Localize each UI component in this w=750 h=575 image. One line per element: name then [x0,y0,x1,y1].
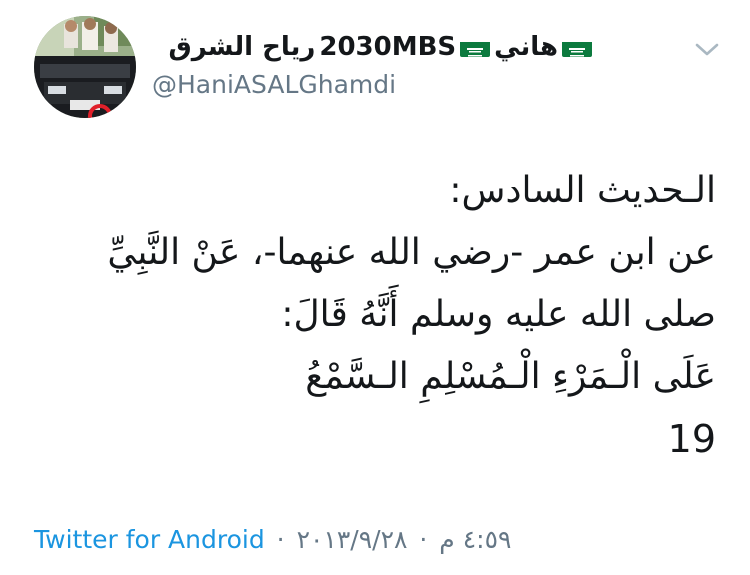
tweet-menu-button[interactable] [688,34,726,64]
tweet-line: صلى الله عليه وسلم أَنَّهُ قَالَ: [281,294,716,335]
tweet-text: الـحديث السادس: عن ابن عمر -رضي الله عنه… [26,160,716,470]
avatar[interactable] [34,16,136,118]
tweet-line: عَلَى الْـمَرْءِ الْـمُسْلِمِ الـسَّمْعُ [305,356,716,397]
tweet-footer: Twitter for Android · ٢٠١٣/٩/٢٨ · ٤:٥٩ م [34,522,511,558]
avatar-image [34,16,136,118]
tweet-line: عن ابن عمر -رضي الله عنهما-، عَنْ النَّب… [107,232,716,273]
user-handle[interactable]: @HaniASALGhamdi [152,68,592,102]
display-name-part-3: هاني [494,32,558,62]
saudi-flag-icon [562,37,592,57]
tweet-source-link[interactable]: Twitter for Android [34,525,265,554]
tweet-line: الـحديث السادس: [449,170,716,211]
display-name-part-2: 2030MBS [319,32,457,62]
footer-separator: · [276,525,285,554]
author-names: هاني 2030MBS رياح الشرق @HaniASALGhamdi [152,30,592,102]
display-name[interactable]: هاني 2030MBS رياح الشرق [152,30,592,64]
saudi-flag-icon [460,37,491,57]
display-name-part-1: رياح الشرق [168,32,316,62]
chevron-down-icon [695,43,719,56]
tweet-date[interactable]: ٢٠١٣/٩/٢٨ [297,525,408,554]
tweet-line: 19 [667,417,716,461]
footer-separator: · [419,525,428,554]
tweet-header: هاني 2030MBS رياح الشرق @HaniASALGhamdi [0,0,750,130]
tweet-time[interactable]: ٤:٥٩ م [439,525,511,554]
